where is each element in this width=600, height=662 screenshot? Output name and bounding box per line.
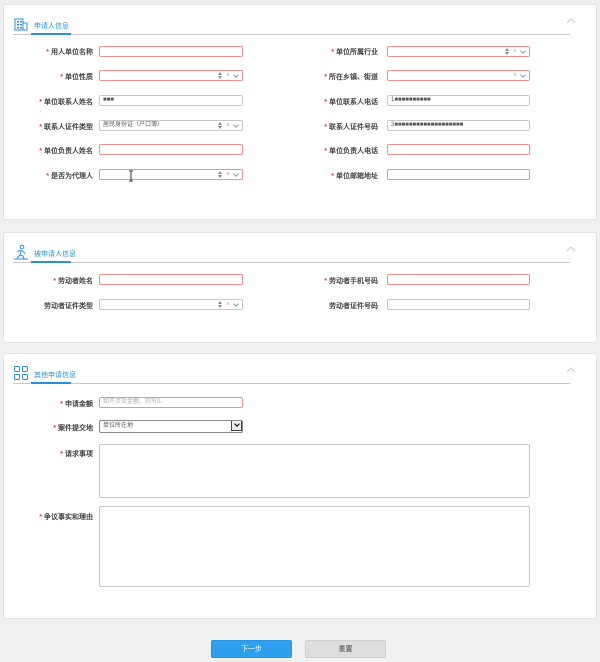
sort-icon — [217, 170, 223, 179]
sort-icon — [217, 300, 223, 309]
chevron-down-icon[interactable] — [233, 300, 240, 309]
leader-phone-input[interactable] — [387, 144, 530, 155]
submit-place-value: 单位所在地 — [103, 423, 134, 429]
contact-phone-input[interactable]: 1■■■■■■■■■■ — [387, 95, 530, 106]
chevron-down-icon[interactable] — [233, 71, 240, 80]
town-street-label: * 所在乡镇、街道 — [324, 74, 378, 81]
title-underline — [31, 33, 71, 35]
industry-label: * 单位所属行业 — [331, 49, 378, 56]
amount-placeholder: 如不涉及金额，则写0。 — [103, 399, 167, 405]
id-type-select[interactable]: 居民身份证（户口簿） × — [99, 120, 243, 131]
chevron-down-icon[interactable] — [233, 170, 240, 179]
chevron-down-icon[interactable] — [233, 121, 240, 130]
leader-name-label: * 单位负责人姓名 — [39, 148, 93, 155]
text-cursor-icon — [129, 170, 133, 182]
clear-icon[interactable]: × — [226, 170, 230, 179]
leader-phone-label: * 单位负责人电话 — [324, 148, 378, 155]
id-number-input[interactable]: 3■■■■■■■■■■■■■■■■■■■ — [387, 120, 530, 131]
facts-label: * 争议事实和理由 — [39, 514, 93, 521]
amount-label: * 申请金额 — [60, 401, 93, 408]
chevron-down-icon[interactable] — [520, 47, 527, 56]
clear-icon[interactable]: × — [226, 121, 230, 130]
employer-name-input[interactable] — [99, 46, 243, 57]
submit-place-label: * 案件提交地 — [53, 425, 93, 432]
grid-icon — [14, 366, 28, 380]
requests-textarea[interactable] — [99, 444, 530, 498]
chevron-down-icon[interactable] — [520, 71, 527, 80]
worker-phone-label: * 劳动者手机号码 — [324, 278, 378, 285]
building-icon — [14, 18, 28, 31]
requests-label: * 请求事项 — [60, 451, 93, 458]
email-input[interactable] — [387, 169, 530, 180]
id-type-label: * 联系人证件类型 — [39, 124, 93, 131]
worker-name-label: * 劳动者姓名 — [53, 278, 93, 285]
is-agent-select[interactable]: × — [99, 169, 243, 180]
clear-icon[interactable]: × — [226, 71, 230, 80]
section-title: 被申请人信息 — [34, 251, 76, 258]
worker-id-number-input[interactable] — [387, 299, 530, 310]
submit-place-select[interactable]: 单位所在地 — [99, 420, 243, 433]
unit-nature-select[interactable]: × — [99, 70, 243, 81]
collapse-icon[interactable] — [566, 17, 576, 25]
employer-name-label: * 用人单位名称 — [46, 49, 93, 56]
unit-nature-label: * 单位性质 — [60, 74, 93, 81]
industry-select[interactable]: × — [387, 46, 530, 57]
id-number-label: * 联系人证件号码 — [324, 124, 378, 131]
sort-icon — [504, 47, 510, 56]
clear-icon[interactable]: × — [226, 300, 230, 309]
title-underline — [31, 382, 71, 384]
contact-name-label: * 单位联系人姓名 — [39, 99, 93, 106]
town-street-select[interactable]: × — [387, 70, 530, 81]
collapse-icon[interactable] — [566, 245, 576, 253]
worker-id-type-label: 劳动者证件类型 — [44, 303, 93, 310]
worker-id-type-select[interactable]: × — [99, 299, 243, 310]
dropdown-arrow-icon[interactable] — [231, 421, 242, 431]
clear-icon[interactable]: × — [513, 47, 517, 56]
amount-input[interactable]: 如不涉及金额，则写0。 — [99, 397, 243, 408]
reset-button[interactable]: 重置 — [305, 640, 386, 658]
next-step-button[interactable]: 下一步 — [211, 640, 292, 658]
section-title: 申请人信息 — [34, 23, 69, 30]
respondent-info-panel: 被申请人信息 — [3, 232, 597, 343]
respondent-info-header: 被申请人信息 — [13, 243, 570, 263]
contact-name-input[interactable]: ■■■ — [99, 95, 243, 106]
collapse-icon[interactable] — [566, 366, 576, 374]
sort-icon — [217, 71, 223, 80]
id-type-value: 居民身份证（户口簿） — [103, 122, 164, 128]
facts-textarea[interactable] — [99, 506, 530, 587]
contact-phone-label: * 单位联系人电话 — [324, 99, 378, 106]
section-title: 其他申请信息 — [34, 372, 76, 379]
other-info-header: 其他申请信息 — [13, 364, 570, 384]
worker-id-number-label: 劳动者证件号码 — [329, 303, 378, 310]
email-label: * 单位邮箱地址 — [331, 173, 378, 180]
is-agent-label: * 是否为代理人 — [46, 173, 93, 180]
sort-icon — [217, 121, 223, 130]
worker-name-input[interactable] — [99, 274, 243, 285]
leader-name-input[interactable] — [99, 144, 243, 155]
person-run-icon — [14, 244, 28, 260]
applicant-info-panel: 申请人信息 — [3, 4, 597, 220]
applicant-info-header: 申请人信息 — [13, 15, 570, 35]
clear-icon[interactable]: × — [513, 71, 517, 80]
worker-phone-input[interactable] — [387, 274, 530, 285]
title-underline — [31, 261, 71, 263]
